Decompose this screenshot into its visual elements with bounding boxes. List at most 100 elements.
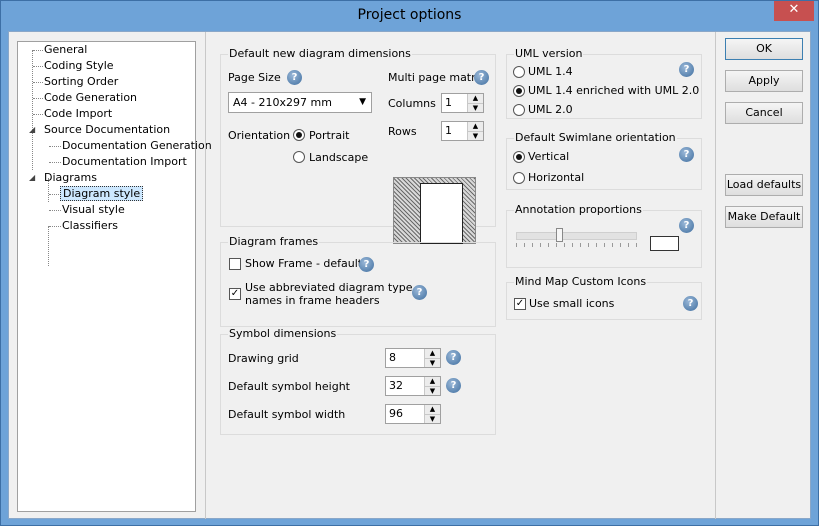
collapse-triangle-icon[interactable]: ◢ (29, 173, 35, 182)
question-mark-icon[interactable]: ? (679, 62, 694, 77)
show-frame-label[interactable]: Show Frame - default (245, 257, 362, 270)
page-size-dropdown[interactable]: A4 - 210x297 mm ▼ (228, 92, 372, 113)
annotation-slider-track[interactable] (516, 232, 637, 240)
tree-item-documentation-generation[interactable]: Documentation Generation (62, 138, 212, 154)
tree-item-code-generation[interactable]: Code Generation (44, 90, 137, 106)
tree-connector (33, 66, 43, 67)
stepper-buttons[interactable]: ▲ ▼ (424, 377, 440, 395)
symbol-height-stepper[interactable]: 32 ▲ ▼ (385, 376, 441, 396)
question-mark-icon[interactable]: ? (446, 350, 461, 365)
tree-item-diagram-style[interactable]: Diagram style (60, 186, 144, 202)
arrow-up-icon[interactable]: ▲ (425, 405, 440, 414)
arrow-down-icon[interactable]: ▼ (425, 358, 440, 367)
small-icons-checkbox[interactable]: ✓ (514, 298, 526, 310)
arrow-up-icon[interactable]: ▲ (468, 122, 483, 131)
group-title: Default new diagram dimensions (228, 47, 412, 60)
symbol-height-value: 32 (389, 379, 403, 392)
orientation-label: Orientation (228, 129, 291, 142)
abbreviated-names-label-line2[interactable]: names in frame headers (245, 294, 380, 307)
small-icons-label[interactable]: Use small icons (529, 297, 614, 310)
question-mark-icon[interactable]: ? (359, 257, 374, 272)
horizontal-radio[interactable] (513, 172, 525, 184)
landscape-radio[interactable] (293, 151, 305, 163)
columns-stepper[interactable]: 1 ▲ ▼ (441, 93, 484, 113)
swimlane-orientation-group: Default Swimlane orientation Vertical ? … (506, 131, 702, 190)
tree-connector (48, 226, 49, 266)
tree-connector (32, 50, 33, 170)
group-title: Symbol dimensions (228, 327, 338, 340)
uml-14-enriched-radio[interactable] (513, 85, 525, 97)
rows-stepper[interactable]: 1 ▲ ▼ (441, 121, 484, 141)
question-mark-icon[interactable]: ? (446, 378, 461, 393)
tree-connector (33, 98, 43, 99)
tree-item-coding-style[interactable]: Coding Style (44, 58, 114, 74)
cancel-button[interactable]: Cancel (725, 102, 803, 124)
arrow-up-icon[interactable]: ▲ (425, 349, 440, 358)
tree-item-label: Diagrams (44, 171, 97, 184)
show-frame-checkbox[interactable] (229, 258, 241, 270)
stepper-buttons[interactable]: ▲ ▼ (424, 349, 440, 367)
title-bar[interactable]: Project options ✕ (1, 1, 818, 31)
tree-item-label: Visual style (62, 203, 125, 216)
page-preview-sheet (420, 183, 463, 244)
uml-14-radio[interactable] (513, 66, 525, 78)
tree-item-code-import[interactable]: Code Import (44, 106, 112, 122)
collapse-triangle-icon[interactable]: ◢ (29, 125, 35, 134)
question-mark-icon[interactable]: ? (412, 285, 427, 300)
arrow-down-icon[interactable]: ▼ (425, 386, 440, 395)
tree-item-diagrams[interactable]: Diagrams (44, 170, 97, 186)
arrow-up-icon[interactable]: ▲ (425, 377, 440, 386)
tree-item-label: Diagram style (60, 186, 144, 201)
stepper-buttons[interactable]: ▲ ▼ (467, 122, 483, 140)
uml-20-label[interactable]: UML 2.0 (528, 103, 573, 116)
symbol-dimensions-group: Symbol dimensions Drawing grid 8 ▲ ▼ ? De… (220, 327, 496, 435)
arrow-down-icon[interactable]: ▼ (425, 414, 440, 423)
tree-item-visual-style[interactable]: Visual style (62, 202, 125, 218)
stepper-buttons[interactable]: ▲ ▼ (467, 94, 483, 112)
tree-connector (33, 50, 43, 51)
tree-item-sorting-order[interactable]: Sorting Order (44, 74, 118, 90)
close-button[interactable]: ✕ (774, 1, 814, 21)
drawing-grid-label: Drawing grid (228, 352, 299, 365)
load-defaults-button[interactable]: Load defaults (725, 174, 803, 196)
tree-connector (49, 146, 61, 147)
ok-button[interactable]: OK (725, 38, 803, 60)
tree-item-general[interactable]: General (44, 42, 87, 58)
question-mark-icon[interactable]: ? (287, 70, 302, 85)
landscape-label[interactable]: Landscape (309, 151, 368, 164)
abbreviated-names-label-line1[interactable]: Use abbreviated diagram type (245, 281, 412, 294)
question-mark-icon[interactable]: ? (679, 147, 694, 162)
stepper-buttons[interactable]: ▲ ▼ (424, 405, 440, 423)
vertical-radio[interactable] (513, 151, 525, 163)
annotation-slider-thumb[interactable] (556, 228, 563, 242)
symbol-width-stepper[interactable]: 96 ▲ ▼ (385, 404, 441, 424)
dialog-body: General Coding Style Sorting Order Code … (8, 31, 811, 519)
tree-connector (33, 82, 43, 83)
drawing-grid-stepper[interactable]: 8 ▲ ▼ (385, 348, 441, 368)
tree-item-label: Documentation Import (62, 155, 187, 168)
portrait-label[interactable]: Portrait (309, 129, 349, 142)
uml-version-group: UML version UML 1.4 ? UML 1.4 enriched w… (506, 47, 702, 119)
apply-button[interactable]: Apply (725, 70, 803, 92)
uml-14-enriched-label[interactable]: UML 1.4 enriched with UML 2.0 (528, 84, 699, 97)
question-mark-icon[interactable]: ? (683, 296, 698, 311)
vertical-label[interactable]: Vertical (528, 150, 569, 163)
tree-item-classifiers[interactable]: Classifiers (62, 218, 118, 234)
uml-14-label[interactable]: UML 1.4 (528, 65, 573, 78)
options-tree[interactable]: General Coding Style Sorting Order Code … (17, 41, 212, 512)
make-default-button[interactable]: Make Default (725, 206, 803, 228)
window-title: Project options (357, 7, 462, 23)
arrow-down-icon[interactable]: ▼ (468, 103, 483, 112)
abbreviated-names-checkbox[interactable]: ✓ (229, 288, 241, 300)
question-mark-icon[interactable]: ? (474, 70, 489, 85)
portrait-radio[interactable] (293, 129, 305, 141)
arrow-down-icon[interactable]: ▼ (468, 131, 483, 140)
arrow-up-icon[interactable]: ▲ (468, 94, 483, 103)
tree-item-source-documentation[interactable]: Source Documentation (44, 122, 170, 138)
uml-20-radio[interactable] (513, 104, 525, 116)
tree-item-label: General (44, 43, 88, 56)
tree-item-documentation-import[interactable]: Documentation Import (62, 154, 187, 170)
rows-value: 1 (445, 124, 452, 137)
question-mark-icon[interactable]: ? (679, 218, 694, 233)
horizontal-label[interactable]: Horizontal (528, 171, 584, 184)
